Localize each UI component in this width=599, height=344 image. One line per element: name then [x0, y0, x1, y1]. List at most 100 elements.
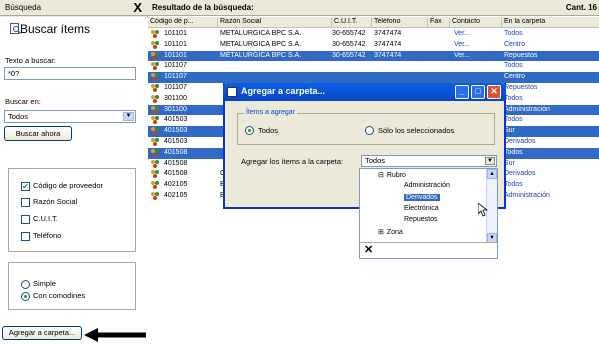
chevron-down-icon[interactable]: ▼: [485, 157, 495, 165]
field-checkbox-cuit[interactable]: C.U.I.T.: [21, 214, 58, 224]
tree-node-label: Administración: [404, 182, 450, 190]
chevron-down-icon[interactable]: ▼: [123, 112, 134, 121]
column-header-phone[interactable]: Teléfono: [372, 18, 428, 28]
cell-folder[interactable]: Centro: [504, 72, 599, 83]
cell-contact[interactable]: Ver...: [454, 51, 500, 62]
cell-phone: 3747474: [374, 30, 402, 37]
cell-folder[interactable]: Todos: [504, 180, 599, 191]
minimize-button[interactable]: _: [455, 85, 469, 99]
target-folder-value: Todos: [365, 156, 386, 165]
target-folder-select[interactable]: Todos ▼: [361, 155, 497, 167]
cell-folder[interactable]: Repuestos: [504, 83, 599, 94]
cell-folder[interactable]: Derivados: [504, 169, 599, 180]
items-to-add-group: Ítems a agregar Todos Sólo los seleccion…: [237, 109, 495, 145]
dialog-title: Agregar a carpeta...: [241, 86, 326, 96]
checkbox[interactable]: [21, 232, 30, 241]
cell-code: 301100: [164, 105, 187, 113]
tree-node[interactable]: ⊞ Zona: [378, 228, 403, 236]
tree-footer: ✕: [360, 242, 497, 258]
target-folder-label: Agregar los ítems a la carpeta:: [241, 157, 344, 166]
cell-folder[interactable]: Todos: [504, 61, 599, 72]
field-label: Código de proveedor: [33, 181, 104, 190]
checkbox[interactable]: [21, 215, 30, 224]
radio[interactable]: [21, 292, 30, 301]
cell-folder[interactable]: Sur: [504, 126, 599, 137]
tree-node[interactable]: ⊟ Rubro: [378, 171, 406, 179]
cell-folder[interactable]: Todos: [504, 29, 599, 40]
cell-folder[interactable]: Derivados: [504, 137, 599, 148]
field-checkbox-phone[interactable]: Teléfono: [21, 231, 62, 241]
field-checkbox-supplier-code[interactable]: ✔ Código de proveedor: [21, 181, 104, 191]
cell-phone: 3747474: [374, 51, 402, 59]
radio-all-items[interactable]: Todos: [245, 126, 279, 135]
close-search-panel-button[interactable]: X: [133, 0, 142, 15]
column-header-cuit[interactable]: C.U.I.T.: [332, 18, 372, 28]
cell-code: 301100: [164, 94, 187, 102]
cell-contact[interactable]: [454, 61, 500, 72]
mode-radio-simple[interactable]: Simple: [21, 279, 56, 289]
tree-node[interactable]: Repuestos: [404, 216, 437, 223]
table-row[interactable]: 101101 METALURGICA BPC S.A. 30-655742 37474…: [148, 50, 599, 62]
cell-folder[interactable]: Repuestos: [504, 51, 599, 62]
cell-fax: [430, 72, 450, 83]
cell-code: 402105: [164, 181, 188, 189]
radio[interactable]: [21, 280, 30, 289]
column-header-folder[interactable]: En la carpeta: [502, 18, 599, 28]
tree-node[interactable]: Administración: [404, 182, 450, 189]
collapse-icon[interactable]: ⊟: [378, 172, 384, 179]
cell-folder[interactable]: Todos: [504, 115, 599, 126]
tree-node[interactable]: Derivados: [404, 193, 440, 201]
cell-code: 401503: [164, 127, 188, 135]
scroll-up-icon[interactable]: ▲: [487, 169, 497, 179]
radio[interactable]: [245, 126, 254, 135]
cell-folder[interactable]: Todos: [504, 94, 599, 105]
column-header-code[interactable]: Código de p...: [148, 18, 218, 28]
tree-node-label: Repuestos: [404, 216, 438, 224]
cell-folder[interactable]: Administración: [504, 191, 599, 202]
checkbox[interactable]: [21, 198, 30, 207]
dialog-title-bar[interactable]: Agregar a carpeta... _ □ ✕: [223, 83, 506, 101]
cell-code: 401503: [164, 116, 188, 124]
radio-all-label: Todos: [258, 126, 279, 135]
supplier-icon: [151, 51, 160, 60]
cell-fax: [430, 40, 450, 51]
field-checkbox-business-name[interactable]: Razón Social: [21, 197, 77, 207]
column-header-fax[interactable]: Fax: [428, 18, 450, 28]
add-to-folder-button[interactable]: Agregar a carpeta...: [2, 326, 82, 340]
close-dialog-button[interactable]: ✕: [487, 85, 501, 99]
supplier-icon: [151, 73, 160, 82]
supplier-icon: [151, 138, 160, 146]
close-tree-button[interactable]: ✕: [364, 243, 373, 256]
checkbox[interactable]: ✔: [21, 182, 30, 191]
supplier-icon: [151, 170, 160, 179]
radio-selected-items[interactable]: Sólo los seleccionados: [365, 126, 454, 135]
search-now-button[interactable]: Buscar ahora: [4, 126, 72, 141]
mode-radio-wildcards[interactable]: Con comodines: [21, 291, 85, 301]
table-row[interactable]: 101107 Todos: [148, 61, 599, 72]
cell-contact[interactable]: Ver...: [454, 29, 500, 40]
items-to-add-legend: Ítems a agregar: [244, 109, 298, 116]
text-to-search-input[interactable]: [4, 67, 136, 80]
column-header-business-name[interactable]: Razón Social: [218, 18, 332, 28]
search-in-select[interactable]: Todos ▼: [4, 110, 136, 123]
column-header-contact[interactable]: Contacto: [450, 18, 502, 28]
cell-folder[interactable]: Sur: [504, 159, 599, 170]
table-row[interactable]: 101101 METALURGICA BPC S.A. 30-655742 37474…: [148, 29, 599, 40]
maximize-button[interactable]: □: [471, 85, 485, 99]
cell-business-name: [220, 72, 332, 83]
tree-node[interactable]: Electrónica: [404, 205, 439, 212]
tree-node-label: Rubro: [386, 172, 406, 179]
cell-fax: [430, 29, 450, 40]
supplier-icon: [151, 127, 160, 136]
expand-icon[interactable]: ⊞: [378, 229, 384, 236]
table-row[interactable]: 101107 Centro: [148, 72, 599, 83]
field-label: Teléfono: [33, 231, 62, 240]
radio[interactable]: [365, 126, 374, 135]
table-row[interactable]: 101101 METALURGICA BPC S.A. 30-655742 37474…: [148, 40, 599, 51]
cell-contact[interactable]: Ver...: [454, 40, 500, 51]
cell-contact[interactable]: [454, 72, 500, 83]
cell-folder[interactable]: Administración: [504, 105, 599, 116]
tree-node-label: Zona: [386, 228, 403, 236]
cell-folder[interactable]: Todos: [504, 148, 599, 159]
cell-folder[interactable]: Centro: [504, 40, 599, 51]
